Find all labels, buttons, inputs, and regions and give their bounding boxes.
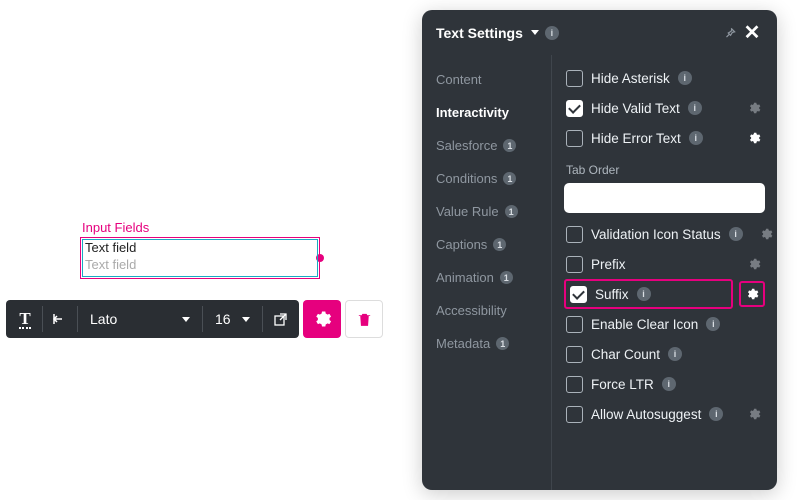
separator	[262, 306, 263, 332]
pin-icon[interactable]	[719, 22, 741, 44]
nav-interactivity[interactable]: Interactivity	[422, 96, 551, 129]
align-left-icon[interactable]	[45, 304, 75, 334]
chevron-down-icon	[182, 317, 190, 322]
nav-value-rule[interactable]: Value Rule1	[422, 195, 551, 228]
checkbox[interactable]	[566, 376, 583, 393]
setting-hide-error-text: Hide Error Text i	[564, 123, 765, 153]
setting-prefix: Prefix	[564, 249, 765, 279]
badge-icon: 1	[496, 337, 509, 350]
info-icon[interactable]: i	[729, 227, 743, 241]
gear-icon[interactable]	[745, 255, 763, 273]
info-icon[interactable]: i	[668, 347, 682, 361]
gear-icon[interactable]	[759, 225, 773, 243]
setting-hide-asterisk: Hide Asterisk i	[564, 63, 765, 93]
nav-content[interactable]: Content	[422, 63, 551, 96]
panel-nav: Content Interactivity Salesforce1 Condit…	[422, 55, 552, 490]
nav-conditions[interactable]: Conditions1	[422, 162, 551, 195]
checkbox[interactable]	[566, 226, 583, 243]
setting-label: Char Count	[591, 347, 660, 362]
info-icon[interactable]: i	[637, 287, 651, 301]
info-icon[interactable]: i	[689, 131, 703, 145]
info-icon[interactable]: i	[662, 377, 676, 391]
setting-enable-clear-icon: Enable Clear Icon i	[564, 309, 765, 339]
chevron-down-icon	[242, 317, 250, 322]
checkbox[interactable]	[566, 406, 583, 423]
gear-highlight	[739, 281, 765, 307]
badge-icon: 1	[493, 238, 506, 251]
gear-icon[interactable]	[745, 99, 763, 117]
badge-icon: 1	[503, 172, 516, 185]
setting-force-ltr: Force LTR i	[564, 369, 765, 399]
open-external-icon[interactable]	[265, 304, 295, 334]
info-icon[interactable]: i	[706, 317, 720, 331]
nav-metadata[interactable]: Metadata1	[422, 327, 551, 360]
text-field[interactable]: Text field	[80, 237, 320, 279]
close-icon[interactable]: ✕	[741, 20, 763, 45]
setting-char-count: Char Count i	[564, 339, 765, 369]
delete-button[interactable]	[345, 300, 383, 338]
setting-label: Enable Clear Icon	[591, 317, 698, 332]
badge-icon: 1	[505, 205, 518, 218]
separator	[202, 306, 203, 332]
chevron-down-icon	[531, 30, 539, 35]
setting-label: Hide Error Text	[591, 131, 681, 146]
gear-icon[interactable]	[745, 129, 763, 147]
nav-accessibility[interactable]: Accessibility	[422, 294, 551, 327]
font-value: Lato	[90, 311, 117, 327]
toolbar-group: T Lato 16	[6, 300, 299, 338]
nav-captions[interactable]: Captions1	[422, 228, 551, 261]
text-field-input[interactable]	[81, 255, 319, 278]
checkbox[interactable]	[566, 130, 583, 147]
badge-icon: 1	[503, 139, 516, 152]
settings-button[interactable]	[303, 300, 341, 338]
tab-order-input[interactable]	[564, 183, 765, 213]
panel-content: Hide Asterisk i Hide Valid Text i Hide E…	[552, 55, 777, 490]
resize-handle[interactable]	[316, 254, 324, 262]
checkbox[interactable]	[566, 316, 583, 333]
panel-header: Text Settings i ✕	[422, 10, 777, 55]
font-select[interactable]: Lato	[80, 304, 200, 334]
setting-label: Prefix	[591, 257, 626, 272]
setting-label: Force LTR	[591, 377, 654, 392]
format-toolbar: T Lato 16	[6, 300, 383, 338]
checkbox[interactable]	[570, 286, 587, 303]
text-field-label: Text field	[81, 238, 319, 255]
font-size-select[interactable]: 16	[205, 304, 260, 334]
setting-validation-icon: Validation Icon Status i	[564, 219, 765, 249]
nav-salesforce[interactable]: Salesforce1	[422, 129, 551, 162]
separator	[77, 306, 78, 332]
panel-title[interactable]: Text Settings i	[436, 25, 559, 41]
input-field-group: Input Fields Text field	[80, 220, 320, 279]
nav-animation[interactable]: Animation1	[422, 261, 551, 294]
setting-suffix: Suffix i	[564, 279, 733, 309]
checkbox[interactable]	[566, 346, 583, 363]
gear-icon[interactable]	[745, 405, 763, 423]
panel-title-text: Text Settings	[436, 25, 523, 41]
info-icon[interactable]: i	[688, 101, 702, 115]
tab-order-label: Tab Order	[564, 153, 765, 181]
checkbox[interactable]	[566, 256, 583, 273]
checkbox[interactable]	[566, 70, 583, 87]
font-size-value: 16	[215, 311, 231, 327]
setting-hide-valid-text: Hide Valid Text i	[564, 93, 765, 123]
info-icon[interactable]: i	[545, 26, 559, 40]
setting-label: Allow Autosuggest	[591, 407, 701, 422]
setting-label: Hide Asterisk	[591, 71, 670, 86]
panel-body: Content Interactivity Salesforce1 Condit…	[422, 55, 777, 490]
setting-label: Suffix	[595, 287, 629, 302]
setting-label: Hide Valid Text	[591, 101, 680, 116]
separator	[42, 306, 43, 332]
gear-icon[interactable]	[743, 285, 761, 303]
info-icon[interactable]: i	[709, 407, 723, 421]
info-icon[interactable]: i	[678, 71, 692, 85]
badge-icon: 1	[500, 271, 513, 284]
setting-label: Validation Icon Status	[591, 227, 721, 242]
group-label: Input Fields	[80, 220, 320, 235]
checkbox[interactable]	[566, 100, 583, 117]
text-style-icon[interactable]: T	[10, 304, 40, 334]
setting-allow-autosuggest: Allow Autosuggest i	[564, 399, 765, 429]
text-settings-panel: Text Settings i ✕ Content Interactivity …	[422, 10, 777, 490]
